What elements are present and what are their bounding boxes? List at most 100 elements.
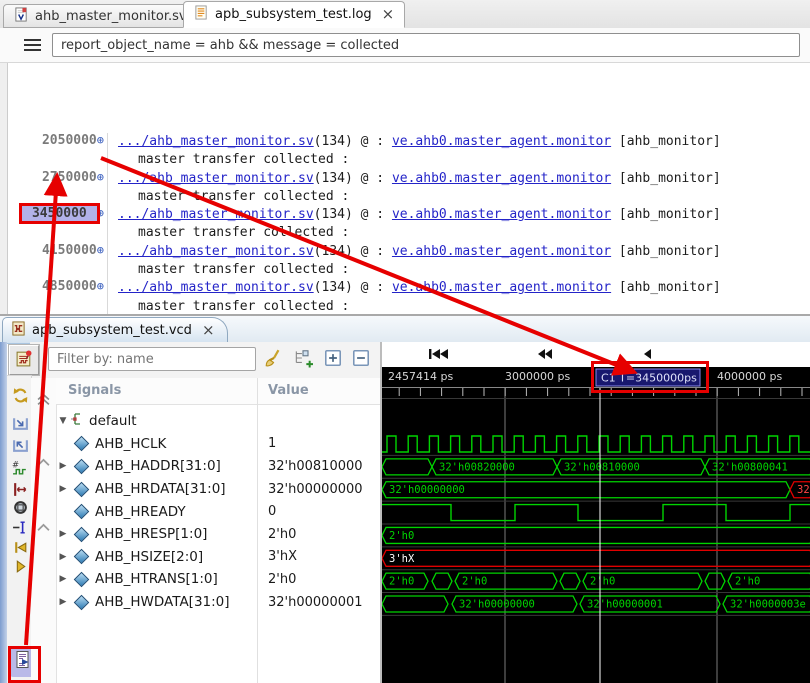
- pin-wave-icon: [15, 349, 34, 372]
- signal-diamond-icon: [74, 526, 90, 542]
- log-entry: 2050000⊕.../ahb_master_monitor.sv(134) @…: [0, 133, 806, 170]
- sv-file-icon: [14, 7, 29, 26]
- broom-button[interactable]: [262, 348, 286, 372]
- timeline-label: 3000000 ps: [505, 370, 570, 383]
- expand-arrow-icon[interactable]: ▶: [56, 461, 70, 471]
- fast-prev-button[interactable]: [537, 348, 553, 364]
- signal-row-ahb_htrans10[interactable]: ▶AHB_HTRANS[1:0]2'h0: [56, 568, 380, 591]
- log-timestamp[interactable]: 4150000: [42, 243, 97, 258]
- signal-row-ahb_haddr310[interactable]: ▶AHB_HADDR[31:0]32'h00810000: [56, 455, 380, 478]
- tab-label: apb_subsystem_test.vcd: [32, 323, 192, 338]
- group-row-default[interactable]: ▼default: [56, 410, 380, 433]
- log-timestamp[interactable]: 2750000: [42, 170, 97, 185]
- log-tag: [ahb_monitor]: [611, 244, 721, 259]
- signal-diamond-icon: [74, 436, 90, 452]
- log-message: master transfer collected :: [118, 151, 721, 169]
- log-file-link[interactable]: .../ahb_master_monitor.sv: [118, 134, 314, 149]
- log-filter-input[interactable]: [52, 33, 800, 57]
- log-file-link[interactable]: .../ahb_master_monitor.sv: [118, 244, 314, 259]
- signal-row-ahb_hwdata310[interactable]: ▶AHB_HWDATA[31:0]32'h00000001: [56, 591, 380, 614]
- expand-arrow-icon[interactable]: ▶: [56, 597, 70, 607]
- sync-button[interactable]: [11, 388, 30, 407]
- log-scope-link[interactable]: ve.ahb0.master_agent.monitor: [392, 244, 611, 259]
- expand-all-button[interactable]: [321, 348, 345, 372]
- goto-start-button[interactable]: [428, 348, 449, 364]
- prev-cursor-button[interactable]: [643, 348, 652, 364]
- expand-icon[interactable]: ⊕: [97, 243, 104, 257]
- close-icon[interactable]: ×: [202, 323, 215, 338]
- signal-value: 2'h0: [268, 572, 296, 587]
- log-lines: .../ahb_master_monitor.sv(134) @ : ve.ah…: [107, 133, 721, 170]
- pin-wave-button[interactable]: [9, 345, 39, 375]
- signal-row-ahb_hready[interactable]: AHB_HREADY0: [56, 500, 380, 523]
- expand-arrow-icon[interactable]: ▶: [56, 529, 70, 539]
- prev-edge-button[interactable]: [11, 540, 30, 559]
- collapse-all-button[interactable]: [349, 348, 373, 372]
- export-wave-icon: [12, 415, 29, 436]
- expand-arrow-icon[interactable]: ▶: [56, 484, 70, 494]
- log-scope-link[interactable]: ve.ahb0.master_agent.monitor: [392, 280, 611, 295]
- log-entry: 4850000⊕.../ahb_master_monitor.sv(134) @…: [0, 279, 806, 314]
- bus-value-label: 32'h00000001: [587, 599, 663, 611]
- tab-apb-subsystem-test-vcd[interactable]: apb_subsystem_test.vcd ×: [2, 317, 228, 343]
- log-message: master transfer collected :: [118, 188, 721, 206]
- signal-name: AHB_HWDATA[31:0]: [95, 594, 230, 610]
- signal-row-ahb_hrdata310[interactable]: ▶AHB_HRDATA[31:0]32'h00000000: [56, 478, 380, 501]
- view-accent-strip: [0, 342, 7, 683]
- wave-tabbar: apb_subsystem_test.vcd ×: [0, 316, 810, 344]
- expand-arrow-icon[interactable]: ▶: [56, 574, 70, 584]
- log-file-link[interactable]: .../ahb_master_monitor.sv: [118, 171, 314, 186]
- chevron-up-icon[interactable]: [37, 521, 51, 535]
- log-lines: .../ahb_master_monitor.sv(134) @ : ve.ah…: [107, 279, 721, 314]
- log-scope-link[interactable]: ve.ahb0.master_agent.monitor: [392, 134, 611, 149]
- tab-label: ahb_master_monitor.sv: [35, 9, 187, 24]
- log-text: (134) @ :: [314, 134, 392, 149]
- prev-edge-icon: [12, 539, 29, 560]
- broom-icon: [264, 348, 284, 372]
- signal-name: AHB_HRESP[1:0]: [95, 526, 207, 542]
- signal-row-ahb_hresp10[interactable]: ▶AHB_HRESP[1:0]2'h0: [56, 523, 380, 546]
- log-timestamp[interactable]: 4850000: [42, 279, 97, 294]
- double-chevron-up-icon[interactable]: [37, 393, 51, 407]
- group-tree-icon: [70, 412, 84, 430]
- bus-value-label: 2'h0: [389, 576, 414, 588]
- new-group-button[interactable]: [291, 348, 315, 372]
- signals-header: Signals Value: [56, 378, 380, 405]
- log-lines: .../ahb_master_monitor.sv(134) @ : ve.ah…: [107, 206, 721, 243]
- radix-button[interactable]: #: [11, 461, 30, 480]
- target-button[interactable]: [11, 500, 30, 519]
- log-timestamp[interactable]: 3450000: [22, 206, 97, 221]
- expand-icon[interactable]: ⊕: [97, 206, 104, 220]
- log-scope-link[interactable]: ve.ahb0.master_agent.monitor: [392, 207, 611, 222]
- tab-ahb-master-monitor-sv[interactable]: ahb_master_monitor.sv: [3, 4, 198, 28]
- close-icon[interactable]: ×: [382, 7, 395, 22]
- tab-apb-subsystem-test-log[interactable]: apb_subsystem_test.log ×: [183, 1, 405, 28]
- log-file-link[interactable]: .../ahb_master_monitor.sv: [118, 207, 314, 222]
- expand-arrow-icon[interactable]: ▶: [56, 552, 70, 562]
- import-wave-button[interactable]: [11, 438, 30, 457]
- log-timestamp[interactable]: 2050000: [42, 133, 97, 148]
- wave-nav-strip: [382, 342, 810, 367]
- bus-value-label: 2'h0: [462, 576, 487, 588]
- hamburger-menu-icon[interactable]: [24, 39, 41, 51]
- cursor-i-button[interactable]: [11, 520, 30, 539]
- log-scope-link[interactable]: ve.ahb0.master_agent.monitor: [392, 171, 611, 186]
- log-message: master transfer collected :: [118, 224, 721, 242]
- next-edge-button[interactable]: [11, 559, 30, 578]
- signal-diamond-icon: [74, 504, 90, 520]
- signal-row-ahb_hsize20[interactable]: ▶AHB_HSIZE[2:0]3'hX: [56, 546, 380, 569]
- log-file-link[interactable]: .../ahb_master_monitor.sv: [118, 280, 314, 295]
- signal-row-ahb_hclk[interactable]: AHB_HCLK1: [56, 433, 380, 456]
- export-wave-button[interactable]: [11, 416, 30, 435]
- log-gutter: 4850000⊕: [0, 279, 104, 294]
- log-gutter: 2750000⊕: [0, 170, 104, 185]
- expand-icon[interactable]: ⊕: [97, 133, 104, 147]
- chevron-up-icon[interactable]: [37, 456, 51, 470]
- expand-icon[interactable]: ⊕: [97, 170, 104, 184]
- signal-tree: ▼defaultAHB_HCLK1▶AHB_HADDR[31:0]32'h008…: [56, 410, 380, 613]
- signal-filter-input[interactable]: [48, 347, 256, 371]
- waveform-canvas[interactable]: 32'h0082000032'h0081000032'h0080004132'h…: [382, 367, 810, 683]
- expand-icon[interactable]: ⊕: [97, 279, 104, 293]
- collapse-arrow-icon[interactable]: ▼: [56, 416, 70, 426]
- bus-value-label: 32'h00800041: [712, 461, 788, 473]
